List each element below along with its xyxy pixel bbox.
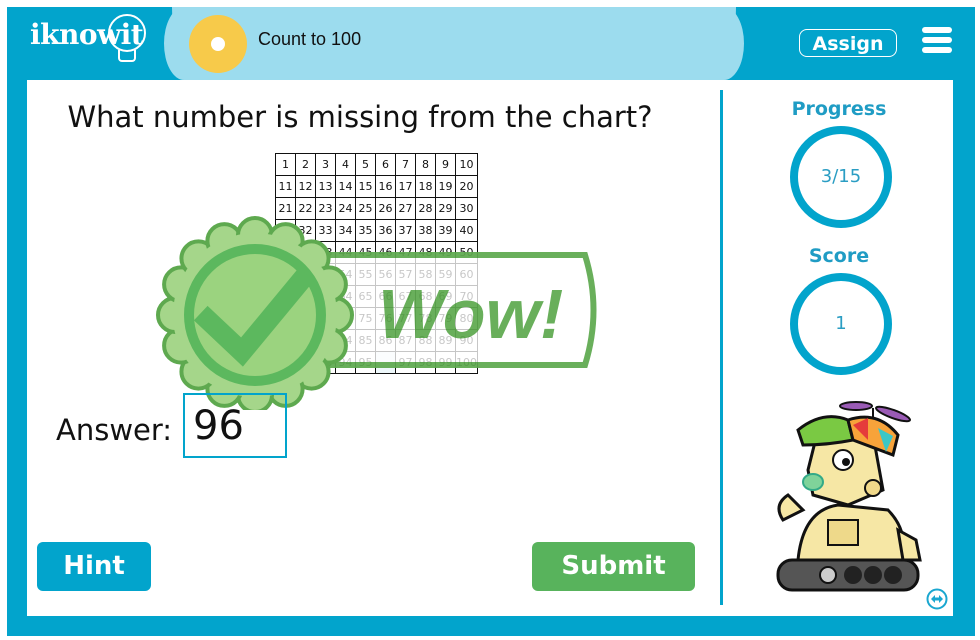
progress-value: 3/15 [820,166,862,187]
chart-cell: 8 [415,153,436,176]
hint-button[interactable]: Hint [37,542,151,591]
chart-cell: 19 [435,175,456,198]
chart-cell: 3 [315,153,336,176]
feedback-text: Wow! [378,275,563,353]
feedback-overlay: Wow! [156,216,597,410]
chart-cell: 12 [295,175,316,198]
chart-cell: 6 [375,153,396,176]
chart-cell: 7 [395,153,416,176]
answer-label: Answer: [56,413,173,447]
chart-cell: 11 [275,175,296,198]
progress-label: Progress [791,98,887,120]
score-value: 1 [835,313,847,334]
panel-divider [720,90,723,605]
assign-button[interactable]: Assign [799,29,897,57]
chart-cell: 2 [295,153,316,176]
chart-cell: 13 [315,175,336,198]
topic-icon [189,15,247,73]
chart-cell: 1 [275,153,296,176]
chart-cell: 17 [395,175,416,198]
checkmark-badge-icon [156,216,354,410]
chart-cell: 9 [435,153,456,176]
chart-cell: 15 [355,175,376,198]
chart-cell: 14 [335,175,356,198]
lightbulb-icon [108,14,146,52]
score-label: Score [808,245,870,267]
chart-cell: 5 [355,153,376,176]
chart-cell: 10 [455,153,478,176]
chart-cell: 20 [455,175,478,198]
hamburger-menu-icon[interactable] [922,27,952,53]
chart-row: 1 2 3 4 5 6 7 8 9 10 [275,153,478,176]
robot-mascot [776,401,922,592]
topic-title: Count to 100 [258,29,362,49]
chart-row: 11 12 13 14 15 16 17 18 19 20 [275,175,478,198]
question-text: What number is missing from the chart? [67,100,653,134]
chart-cell: 16 [375,175,396,198]
topic-header-bar [164,7,744,80]
submit-button[interactable]: Submit [532,542,695,591]
chart-cell: 18 [415,175,436,198]
chart-cell: 4 [335,153,356,176]
score-ring: 1 [790,273,892,375]
swap-arrows-icon[interactable] [926,588,948,610]
progress-ring: 3/15 [790,126,892,228]
lightbulb-base-icon [118,50,136,62]
answer-input[interactable] [183,393,287,458]
